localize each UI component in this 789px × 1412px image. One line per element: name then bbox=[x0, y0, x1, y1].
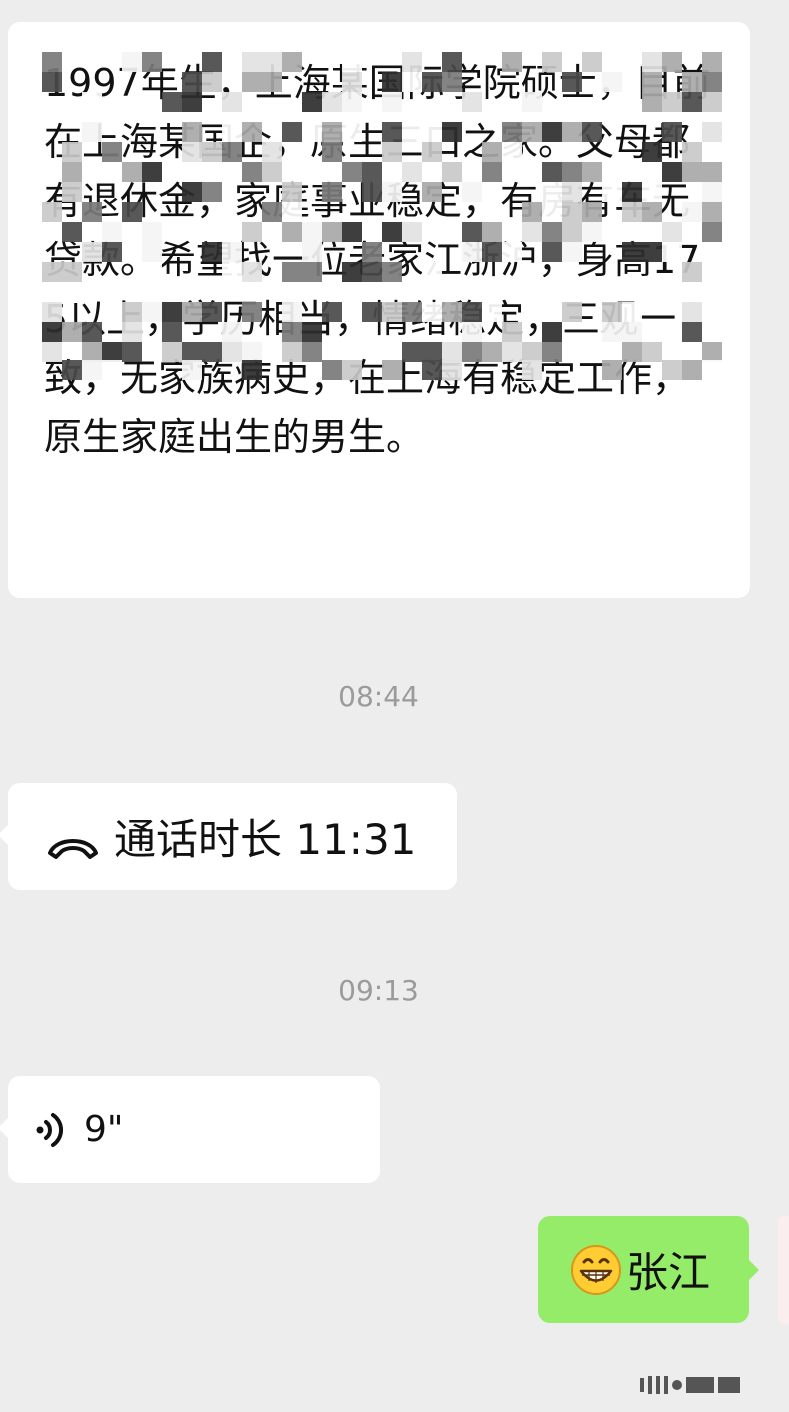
timestamp-0913: 09:13 bbox=[338, 974, 419, 1007]
avatar[interactable] bbox=[778, 1216, 789, 1324]
timestamp-0844: 08:44 bbox=[338, 680, 419, 713]
grinning-face-icon bbox=[570, 1244, 622, 1296]
voice-message-bubble[interactable]: 9" bbox=[0, 1076, 380, 1183]
phone-handset-icon bbox=[46, 822, 100, 859]
voice-duration: 9" bbox=[84, 1109, 124, 1150]
sent-message-text: 张江 bbox=[626, 1248, 711, 1297]
received-message-profile[interactable]: 1997年生，上海某国际学院硕士，目前在上海某国企，原生三口之家。父母都有退休金… bbox=[8, 22, 750, 598]
call-duration-label: 通话时长 11:31 bbox=[114, 815, 417, 864]
voice-waves-icon bbox=[34, 1108, 70, 1152]
call-record-bubble[interactable]: 通话时长 11:31 bbox=[0, 783, 457, 890]
watermark bbox=[640, 1372, 770, 1398]
profile-message-text: 1997年生，上海某国际学院硕士，目前在上海某国企，原生三口之家。父母都有退休金… bbox=[44, 61, 711, 459]
sent-message-bubble[interactable]: 张江 bbox=[538, 1216, 759, 1323]
